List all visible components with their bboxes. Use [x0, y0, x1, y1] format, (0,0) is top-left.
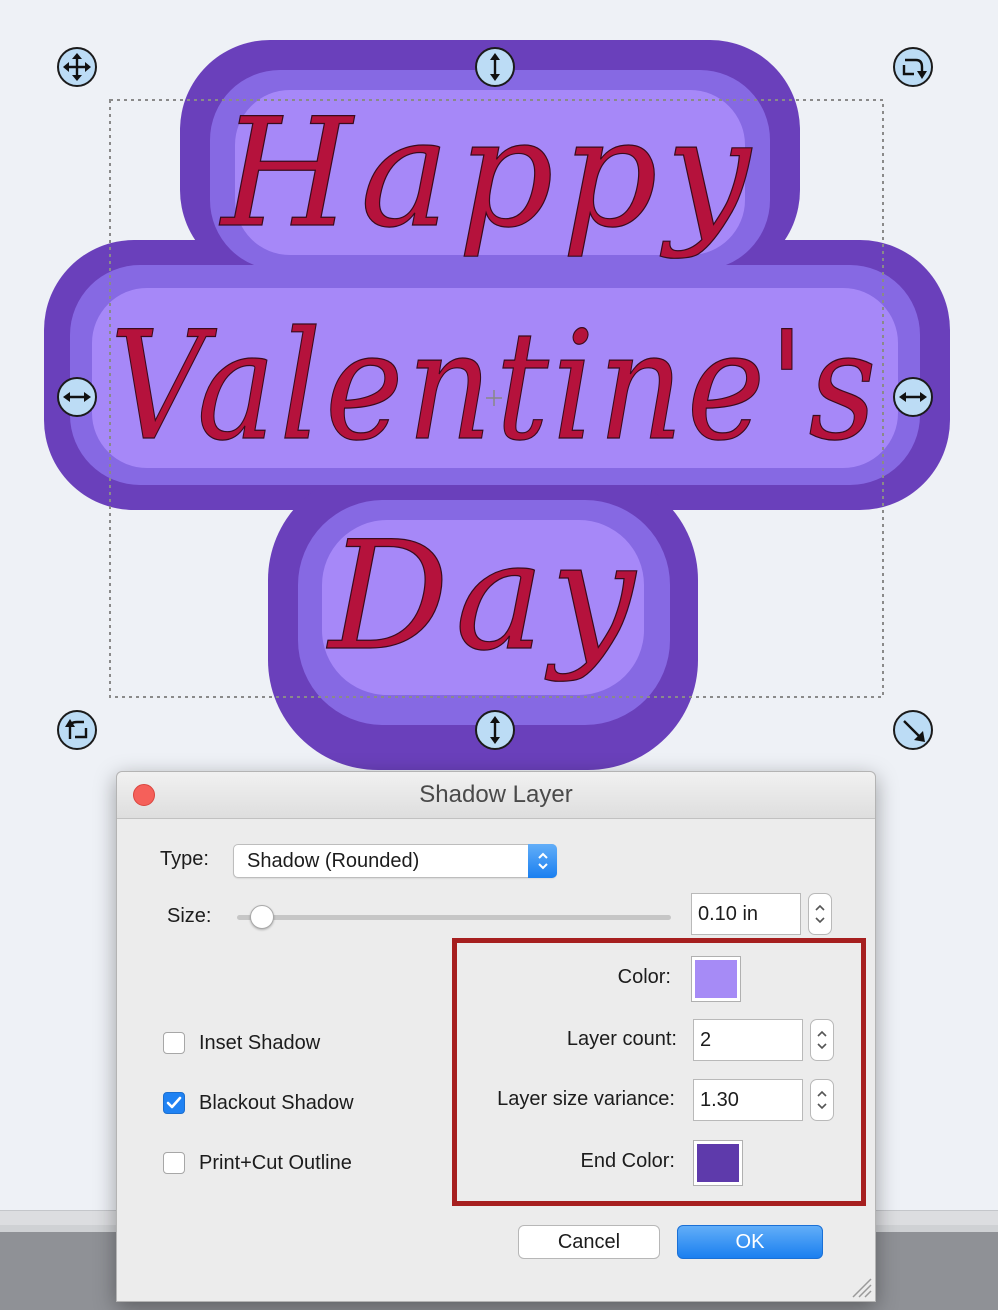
resize-vertical-icon[interactable] [475, 710, 515, 750]
size-slider-track[interactable] [237, 915, 671, 920]
type-select[interactable]: Shadow (Rounded) [233, 844, 557, 878]
shadow-layer-dialog: Shadow Layer Type: Shadow (Rounded) Size… [116, 771, 876, 1302]
resize-vertical-icon[interactable] [475, 47, 515, 87]
type-select-value: Shadow (Rounded) [247, 850, 420, 872]
print-cut-outline-checkbox[interactable] [163, 1152, 185, 1174]
design-line-2: Valentine's [110, 300, 880, 474]
dialog-titlebar[interactable]: Shadow Layer [117, 772, 875, 819]
move-icon[interactable] [57, 47, 97, 87]
layer-count-input[interactable]: 2 [693, 1019, 803, 1061]
color-label: Color: [617, 966, 671, 988]
rotate-icon[interactable] [893, 47, 933, 87]
end-color-label: End Color: [580, 1150, 676, 1172]
inset-shadow-label: Inset Shadow [199, 1032, 321, 1054]
end-color-swatch[interactable] [693, 1140, 743, 1186]
chevron-updown-icon [528, 844, 557, 878]
layer-count-stepper[interactable] [810, 1019, 834, 1061]
ok-button[interactable]: OK [677, 1225, 823, 1259]
inset-shadow-checkbox[interactable] [163, 1032, 185, 1054]
type-label: Type: [160, 848, 209, 870]
print-cut-outline-label: Print+Cut Outline [199, 1152, 352, 1174]
cancel-button[interactable]: Cancel [518, 1225, 660, 1259]
resize-horizontal-icon[interactable] [57, 377, 97, 417]
design-line-1: Happy [218, 87, 758, 261]
resize-horizontal-icon[interactable] [893, 377, 933, 417]
rotate-icon[interactable] [57, 710, 97, 750]
layer-count-label: Layer count: [566, 1028, 677, 1050]
dialog-title: Shadow Layer [419, 781, 573, 808]
design-artwork[interactable]: Happy Valentine's Day [0, 0, 998, 770]
variance-stepper[interactable] [810, 1079, 834, 1121]
size-input[interactable]: 0.10 in [691, 893, 801, 935]
checkmark-icon [166, 1096, 182, 1109]
resize-diagonal-icon[interactable] [893, 710, 933, 750]
design-line-3: Day [326, 510, 641, 684]
blackout-shadow-label: Blackout Shadow [199, 1092, 354, 1114]
blackout-shadow-checkbox[interactable] [163, 1092, 185, 1114]
variance-input[interactable]: 1.30 [693, 1079, 803, 1121]
size-stepper[interactable] [808, 893, 832, 935]
size-label: Size: [167, 905, 212, 927]
resize-grip-icon[interactable] [847, 1273, 873, 1299]
size-slider-knob[interactable] [250, 905, 275, 929]
color-swatch[interactable] [691, 956, 741, 1002]
variance-label: Layer size variance: [497, 1088, 675, 1110]
